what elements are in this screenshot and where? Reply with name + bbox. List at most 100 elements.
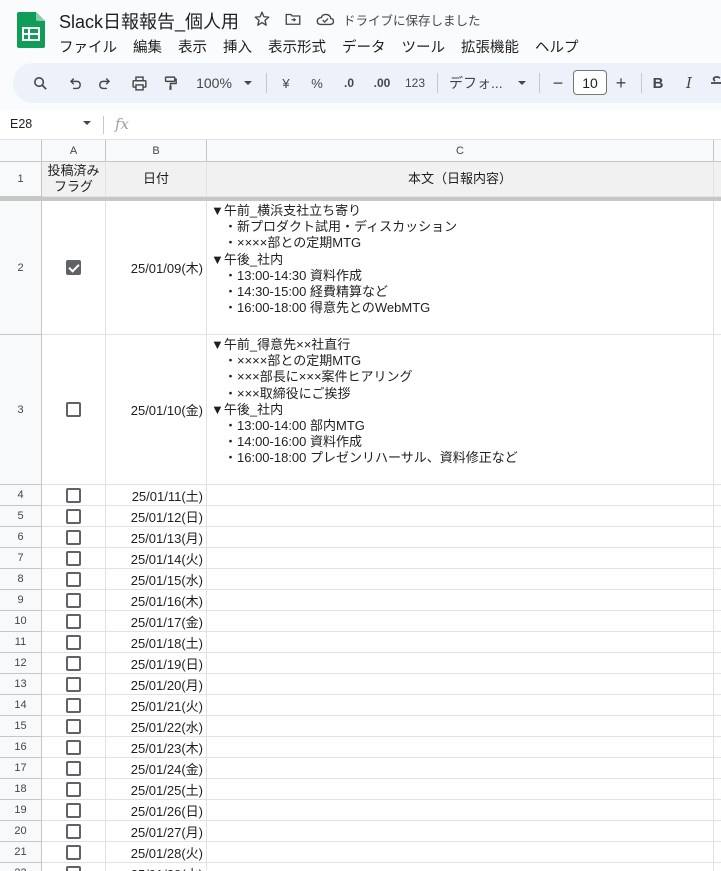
body-cell[interactable]: ▼午前_得意先××社直行 ・××××部との定期MTG ・×××部長に×××案件ヒ… bbox=[207, 335, 714, 485]
body-cell[interactable] bbox=[207, 716, 714, 737]
posted-checkbox[interactable] bbox=[66, 697, 81, 713]
cloud-saved-icon[interactable] bbox=[315, 9, 335, 29]
date-cell[interactable]: 25/01/20(月) bbox=[106, 674, 207, 695]
date-cell[interactable]: 25/01/25(土) bbox=[106, 779, 207, 800]
flag-cell[interactable] bbox=[42, 632, 106, 653]
name-box[interactable]: E28 bbox=[10, 117, 32, 131]
body-cell[interactable] bbox=[207, 611, 714, 632]
body-cell[interactable] bbox=[207, 779, 714, 800]
flag-cell[interactable] bbox=[42, 569, 106, 590]
zoom-select[interactable]: 100% bbox=[194, 69, 234, 97]
menu-item[interactable]: 拡張機能 bbox=[461, 34, 525, 59]
row-header[interactable]: 7 bbox=[0, 548, 42, 569]
date-cell[interactable]: 25/01/14(火) bbox=[106, 548, 207, 569]
date-cell[interactable]: 25/01/21(火) bbox=[106, 695, 207, 716]
posted-checkbox[interactable] bbox=[66, 487, 81, 503]
body-cell[interactable] bbox=[207, 737, 714, 758]
currency-format-button[interactable]: ¥ bbox=[277, 69, 295, 97]
body-cell[interactable] bbox=[207, 800, 714, 821]
body-cell[interactable] bbox=[207, 674, 714, 695]
menu-item[interactable]: 表示 bbox=[178, 34, 213, 59]
row-header[interactable]: 10 bbox=[0, 611, 42, 632]
posted-checkbox[interactable] bbox=[66, 823, 81, 839]
row-header[interactable]: 4 bbox=[0, 485, 42, 506]
zoom-dropdown-icon[interactable] bbox=[241, 69, 255, 97]
empty-cell[interactable] bbox=[714, 590, 721, 611]
undo-icon[interactable] bbox=[63, 69, 85, 97]
date-cell[interactable]: 25/01/10(金) bbox=[106, 335, 207, 485]
date-cell[interactable]: 25/01/27(月) bbox=[106, 821, 207, 842]
posted-checkbox[interactable] bbox=[66, 571, 81, 587]
menu-item[interactable]: ファイル bbox=[59, 34, 123, 59]
posted-checkbox[interactable] bbox=[66, 508, 81, 524]
column-header-d[interactable] bbox=[714, 140, 721, 162]
body-cell[interactable] bbox=[207, 527, 714, 548]
date-cell[interactable]: 25/01/15(水) bbox=[106, 569, 207, 590]
strikethrough-icon[interactable] bbox=[711, 69, 721, 97]
menu-item[interactable]: 挿入 bbox=[223, 34, 258, 59]
body-cell[interactable] bbox=[207, 821, 714, 842]
row-header[interactable]: 12 bbox=[0, 653, 42, 674]
posted-checkbox[interactable] bbox=[66, 402, 81, 417]
flag-cell[interactable] bbox=[42, 737, 106, 758]
menu-item[interactable]: ツール bbox=[402, 34, 452, 59]
date-cell[interactable]: 25/01/09(木) bbox=[106, 201, 207, 335]
flag-cell[interactable] bbox=[42, 506, 106, 527]
flag-cell[interactable] bbox=[42, 335, 106, 485]
empty-cell[interactable] bbox=[714, 695, 721, 716]
body-cell[interactable] bbox=[207, 506, 714, 527]
body-cell[interactable] bbox=[207, 548, 714, 569]
row-header[interactable]: 2 bbox=[0, 201, 42, 335]
flag-cell[interactable] bbox=[42, 653, 106, 674]
empty-cell[interactable] bbox=[714, 653, 721, 674]
posted-checkbox[interactable] bbox=[66, 865, 81, 871]
posted-checkbox[interactable] bbox=[66, 676, 81, 692]
posted-checkbox[interactable] bbox=[66, 718, 81, 734]
date-cell[interactable]: 25/01/28(火) bbox=[106, 842, 207, 863]
body-cell[interactable] bbox=[207, 632, 714, 653]
date-cell[interactable]: 25/01/29(水) bbox=[106, 863, 207, 871]
flag-cell[interactable] bbox=[42, 548, 106, 569]
name-box-dropdown-icon[interactable] bbox=[82, 118, 92, 131]
posted-checkbox[interactable] bbox=[66, 655, 81, 671]
flag-cell[interactable] bbox=[42, 716, 106, 737]
empty-cell[interactable] bbox=[714, 548, 721, 569]
font-size-input[interactable]: 10 bbox=[573, 70, 607, 95]
increase-decimal-button[interactable]: .00 bbox=[369, 69, 395, 97]
posted-checkbox[interactable] bbox=[66, 260, 81, 275]
posted-checkbox[interactable] bbox=[66, 739, 81, 755]
row-header[interactable]: 15 bbox=[0, 716, 42, 737]
menu-item[interactable]: 表示形式 bbox=[268, 34, 332, 59]
header-cell-d[interactable] bbox=[714, 162, 721, 197]
flag-column-title[interactable]: 投稿済み フラグ bbox=[42, 162, 106, 197]
row-header[interactable]: 1 bbox=[0, 162, 42, 197]
document-title[interactable]: Slack日報報告_個人用 bbox=[59, 8, 239, 34]
posted-checkbox[interactable] bbox=[66, 844, 81, 860]
bold-button[interactable]: B bbox=[650, 69, 666, 97]
flag-cell[interactable] bbox=[42, 201, 106, 335]
body-cell[interactable] bbox=[207, 695, 714, 716]
font-family-select[interactable]: デフォ... bbox=[449, 69, 513, 97]
column-header-c[interactable]: C bbox=[207, 140, 714, 162]
flag-cell[interactable] bbox=[42, 695, 106, 716]
date-cell[interactable]: 25/01/22(水) bbox=[106, 716, 207, 737]
select-all-corner[interactable] bbox=[0, 140, 42, 162]
empty-cell[interactable] bbox=[714, 800, 721, 821]
date-cell[interactable]: 25/01/26(日) bbox=[106, 800, 207, 821]
number-format-button[interactable]: 123 bbox=[403, 69, 427, 97]
empty-cell[interactable] bbox=[714, 842, 721, 863]
body-cell[interactable] bbox=[207, 485, 714, 506]
body-cell[interactable] bbox=[207, 590, 714, 611]
empty-cell[interactable] bbox=[714, 737, 721, 758]
flag-cell[interactable] bbox=[42, 590, 106, 611]
sheets-logo-icon[interactable] bbox=[17, 12, 45, 48]
posted-checkbox[interactable] bbox=[66, 634, 81, 650]
empty-cell[interactable] bbox=[714, 506, 721, 527]
row-header[interactable]: 13 bbox=[0, 674, 42, 695]
flag-cell[interactable] bbox=[42, 527, 106, 548]
row-header[interactable]: 9 bbox=[0, 590, 42, 611]
body-cell[interactable] bbox=[207, 842, 714, 863]
date-cell[interactable]: 25/01/18(土) bbox=[106, 632, 207, 653]
flag-cell[interactable] bbox=[42, 842, 106, 863]
body-column-title[interactable]: 本文（日報内容） bbox=[207, 162, 714, 197]
